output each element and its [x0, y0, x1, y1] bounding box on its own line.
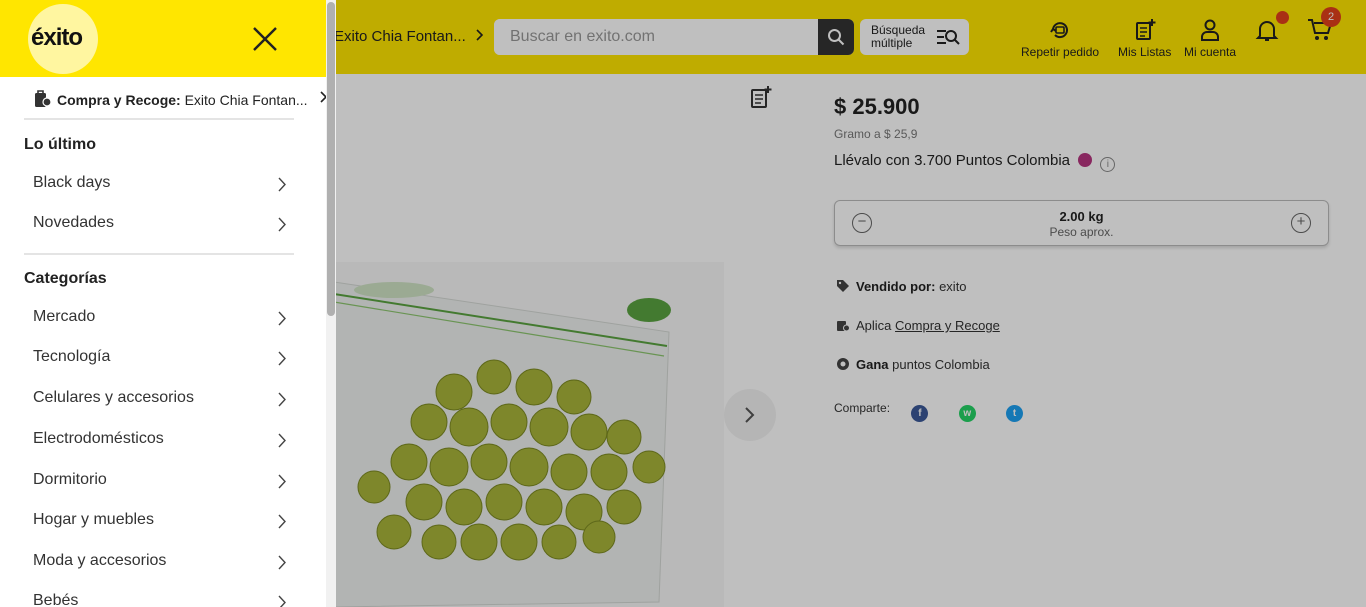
menu-item-novedades[interactable]: Novedades: [33, 214, 287, 236]
chevron-right-icon: [278, 433, 286, 448]
chevron-right-icon: [278, 474, 286, 489]
menu-item-label: Celulares y accesorios: [33, 389, 194, 406]
page-overlay[interactable]: [326, 0, 1366, 607]
menu-item-moda[interactable]: Moda y accesorios: [33, 552, 287, 574]
pickup-store-selector[interactable]: Compra y Recoge: Exito Chia Fontan...: [33, 89, 328, 108]
section-title-latest: Lo último: [24, 136, 96, 153]
store-pickup-icon: [35, 90, 52, 107]
chevron-right-icon: [278, 311, 286, 326]
chevron-right-icon: [278, 392, 286, 407]
section-title-categories: Categorías: [24, 270, 107, 287]
menu-item-label: Mercado: [33, 308, 96, 325]
menu-item-tecnologia[interactable]: Tecnología: [33, 348, 287, 370]
close-icon[interactable]: [252, 26, 278, 52]
chevron-right-icon: [278, 514, 286, 529]
menu-item-label: Electrodomésticos: [33, 430, 164, 447]
menu-item-mercado[interactable]: Mercado: [33, 308, 287, 330]
menu-item-celulares[interactable]: Celulares y accesorios: [33, 389, 287, 411]
menu-item-label: Dormitorio: [33, 471, 107, 488]
menu-item-bebes[interactable]: Bebés: [33, 592, 287, 607]
pickup-label: Compra y Recoge:: [57, 92, 181, 108]
menu-item-label: Hogar y muebles: [33, 511, 154, 528]
exito-logo[interactable]: éxito: [31, 24, 83, 52]
scrollbar-thumb[interactable]: [327, 2, 335, 316]
menu-item-hogar[interactable]: Hogar y muebles: [33, 511, 287, 533]
chevron-right-icon: [278, 351, 286, 366]
side-menu-header: éxito: [0, 0, 326, 77]
menu-item-black-days[interactable]: Black days: [33, 174, 287, 196]
menu-item-label: Moda y accesorios: [33, 552, 167, 569]
chevron-right-icon: [278, 217, 286, 232]
menu-item-label: Black days: [33, 174, 111, 191]
menu-item-label: Novedades: [33, 214, 114, 231]
chevron-right-icon: [278, 177, 286, 192]
divider: [24, 253, 294, 255]
menu-item-label: Tecnología: [33, 348, 111, 365]
side-menu: éxito Compra y Recoge: Exito Chia Fontan…: [0, 0, 328, 607]
divider: [24, 118, 294, 120]
chevron-right-icon: [278, 555, 286, 570]
pickup-store: Exito Chia Fontan...: [184, 92, 308, 108]
menu-item-label: Bebés: [33, 592, 79, 607]
chevron-right-icon: [278, 595, 286, 607]
menu-item-dormitorio[interactable]: Dormitorio: [33, 471, 287, 493]
menu-item-electrodomesticos[interactable]: Electrodomésticos: [33, 430, 287, 452]
